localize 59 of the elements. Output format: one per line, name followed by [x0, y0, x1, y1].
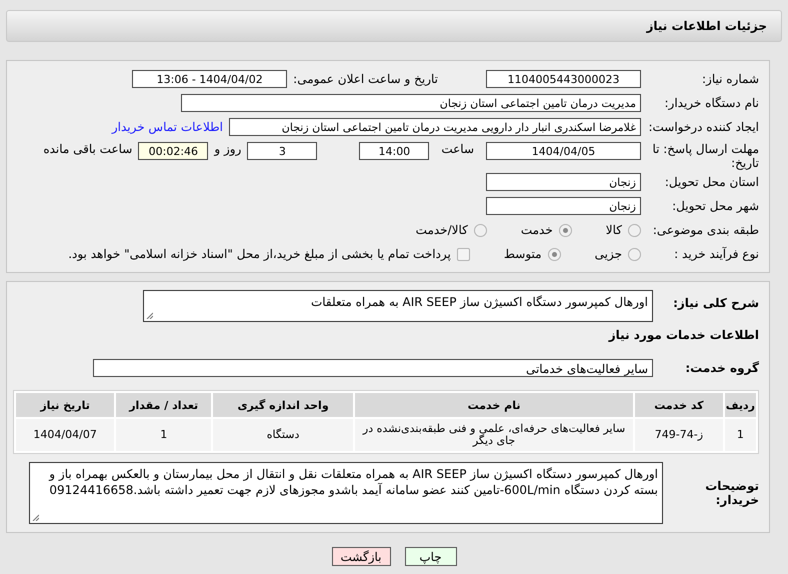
back-button[interactable]: بازگشت — [332, 547, 390, 566]
field-label: نوع فرآیند خرید : — [673, 247, 759, 261]
column-header: واحد اندازه گیری — [213, 393, 353, 417]
field-label: ایجاد کننده درخواست: — [647, 120, 759, 134]
buyer-contact-link[interactable]: اطلاعات تماس خریدار — [112, 120, 223, 134]
option-label: خدمت — [520, 223, 553, 237]
field-label: روز و — [214, 142, 242, 156]
days-field[interactable]: 3 — [247, 142, 318, 160]
column-header: ردیف — [724, 393, 756, 417]
table-cell: دستگاه — [213, 419, 353, 451]
checkbox[interactable] — [456, 248, 470, 260]
text-field[interactable]: سایر فعالیت‌های خدماتی — [93, 359, 653, 377]
page-header: جزئیات اطلاعات نیاز — [6, 10, 782, 42]
time-field[interactable]: 14:00 — [359, 142, 430, 160]
column-header: تعداد / مقدار — [116, 393, 212, 417]
column-header: کد خدمت — [635, 393, 723, 417]
column-header: نام خدمت — [355, 393, 634, 417]
field-label: شرح کلی نیاز: — [672, 296, 759, 310]
table-cell: ز-74-749 — [635, 419, 723, 451]
table-cell: 1 — [116, 419, 212, 451]
countdown-field: 00:02:46 — [138, 142, 208, 160]
field-label: توضیحات خریدار: — [704, 479, 759, 507]
field-label: ساعت — [441, 142, 474, 156]
field-label: شماره نیاز: — [701, 72, 759, 86]
option-label: جزیی — [594, 247, 622, 261]
section-heading: اطلاعات خدمات مورد نیاز — [607, 328, 759, 342]
text-area[interactable]: اورهال کمپرسور دستگاه اکسیژن ساز AIR SEEP به همراه متعلقات — [143, 290, 653, 322]
field-label: ساعت باقی مانده — [43, 142, 132, 156]
table-cell: 1 — [724, 419, 756, 451]
option-label: کالا — [606, 223, 622, 237]
option-label: پرداخت تمام یا بخشی از مبلغ خرید،از محل "اسناد خزانه اسلامی" خواهد بود. — [68, 247, 451, 261]
table-cell: سایر فعالیت‌های حرفه‌ای، علمی و فنی طبقه‌بندی‌نشده در جای دیگر — [355, 419, 634, 451]
date-field[interactable]: 1404/04/05 — [486, 142, 641, 160]
text-field[interactable]: 1104005443000023 — [486, 70, 641, 88]
text-field[interactable]: زنجان — [486, 173, 641, 191]
field-label: نام دستگاه خریدار: — [664, 96, 759, 110]
resize-grip-icon[interactable] — [32, 514, 39, 521]
radio-button[interactable] — [558, 224, 572, 236]
text-field[interactable]: 1404/04/02 - 13:06 — [132, 70, 288, 88]
field-label: استان محل تحویل: — [664, 175, 759, 189]
print-button[interactable]: چاپ — [404, 547, 456, 566]
field-label: طبقه بندی موضوعی: — [652, 223, 759, 237]
table-cell: 1404/04/07 — [16, 419, 114, 451]
column-header: تاریخ نیاز — [16, 393, 114, 417]
resize-grip-icon[interactable] — [146, 312, 153, 319]
option-label: متوسط — [504, 247, 542, 261]
radio-button[interactable] — [548, 248, 561, 260]
radio-button[interactable] — [628, 224, 641, 236]
text-field[interactable]: مدیریت درمان تامین اجتماعی استان زنجان — [181, 94, 641, 112]
field-label: شهر محل تحویل: — [671, 199, 759, 213]
text-field[interactable]: غلامرضا اسکندری انبار دار دارویی مدیریت درمان تامین اجتماعی استان زنجان — [229, 118, 641, 136]
radio-button[interactable] — [474, 224, 487, 236]
field-label: گروه خدمت: — [684, 361, 759, 375]
radio-button[interactable] — [628, 248, 641, 260]
field-label: مهلت ارسال پاسخ: تا تاریخ: — [651, 142, 759, 170]
option-label: کالا/خدمت — [416, 223, 468, 237]
field-label: تاریخ و ساعت اعلان عمومی: — [293, 72, 438, 86]
text-area[interactable]: اورهال کمپرسور دستگاه اکسیژن ساز AIR SEEP به همراه متعلقات نقل و انتقال از محل بیمارستان و بالعکس بهمراه باز و بسته کردن دستگاه 600L/min-تامین کنند عضو سامانه آیمد باشدو مجوزهای لازم جهت تعمیر داشته باشد.09124416658 — [29, 462, 663, 524]
text-field[interactable]: زنجان — [486, 197, 641, 215]
